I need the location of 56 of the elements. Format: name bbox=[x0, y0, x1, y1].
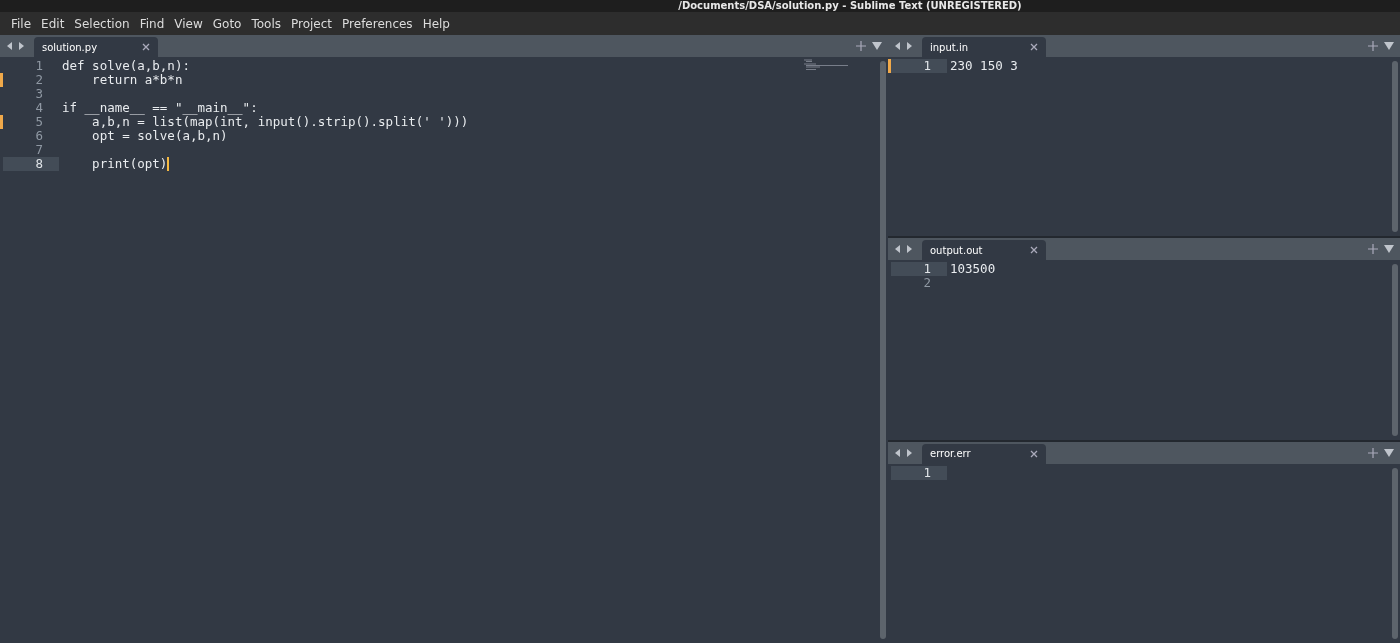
add-icon[interactable] bbox=[856, 41, 866, 51]
line-number: 3 bbox=[34, 87, 44, 101]
code-line: 230 150 3 bbox=[949, 59, 1018, 73]
code-line: print(opt) bbox=[91, 157, 168, 171]
menu-item[interactable]: Help bbox=[417, 16, 455, 31]
line-number: 1 bbox=[34, 59, 44, 73]
scrollbar[interactable] bbox=[1392, 264, 1398, 436]
close-icon[interactable] bbox=[1030, 43, 1038, 51]
line-number: 4 bbox=[34, 101, 44, 115]
tab-navigation-icon[interactable] bbox=[894, 41, 914, 51]
dropdown-icon[interactable] bbox=[1384, 42, 1394, 50]
code-line: if __name__ == "__main__": bbox=[61, 101, 258, 115]
file-tab[interactable]: solution.py bbox=[34, 37, 158, 57]
line-number: 2 bbox=[922, 276, 932, 291]
code-line: return a*b*n bbox=[91, 73, 183, 87]
dropdown-icon[interactable] bbox=[872, 42, 882, 50]
line-number: 1 bbox=[891, 59, 947, 73]
code-line: 103500 bbox=[949, 262, 996, 277]
menu-item[interactable]: Edit bbox=[36, 16, 70, 31]
code-line: a,b,n = list(map(int, input().strip().split(' '))) bbox=[92, 115, 469, 129]
line-number: 5 bbox=[34, 115, 44, 129]
menu-item[interactable]: View bbox=[169, 16, 208, 31]
scrollbar[interactable] bbox=[880, 61, 886, 639]
file-tab[interactable]: output.out bbox=[922, 240, 1046, 261]
menu-item[interactable]: Goto bbox=[207, 16, 247, 31]
scrollbar[interactable] bbox=[1392, 467, 1398, 639]
line-number: 2 bbox=[34, 73, 44, 87]
code-line: def solve(a,b,n): bbox=[61, 59, 190, 73]
dropdown-icon[interactable] bbox=[1384, 448, 1394, 457]
line-number: 1 bbox=[891, 465, 947, 480]
line-number: 8 bbox=[3, 157, 59, 171]
file-tab[interactable]: error.err bbox=[922, 443, 1046, 464]
close-icon[interactable] bbox=[1030, 449, 1038, 458]
menu-item[interactable]: Project bbox=[286, 16, 338, 31]
menu-item[interactable]: Preferences bbox=[337, 16, 418, 31]
file-tab[interactable]: input.in bbox=[922, 37, 1046, 57]
line-number: 6 bbox=[34, 129, 44, 143]
add-icon[interactable] bbox=[1368, 41, 1378, 51]
menu-item[interactable]: Find bbox=[134, 16, 170, 31]
tab-navigation-icon[interactable] bbox=[894, 447, 914, 458]
tab-navigation-icon[interactable] bbox=[6, 41, 26, 51]
close-icon[interactable] bbox=[142, 43, 150, 51]
line-number: 7 bbox=[34, 143, 44, 157]
menu-item[interactable]: Tools bbox=[246, 16, 286, 31]
text-cursor bbox=[167, 157, 169, 171]
dropdown-icon[interactable] bbox=[1384, 245, 1394, 254]
add-icon[interactable] bbox=[1368, 244, 1378, 255]
code-line: opt = solve(a,b,n) bbox=[91, 129, 228, 143]
menu-item[interactable]: File bbox=[6, 16, 37, 31]
add-icon[interactable] bbox=[1368, 447, 1378, 458]
menu-item[interactable]: Selection bbox=[69, 16, 135, 31]
scrollbar[interactable] bbox=[1392, 61, 1398, 233]
close-icon[interactable] bbox=[1030, 246, 1038, 255]
line-number: 1 bbox=[891, 262, 947, 277]
tab-navigation-icon[interactable] bbox=[894, 244, 914, 255]
window-title: /Documents/DSA/solution.py - Sublime Text (UNREGISTERED) bbox=[678, 0, 1022, 12]
